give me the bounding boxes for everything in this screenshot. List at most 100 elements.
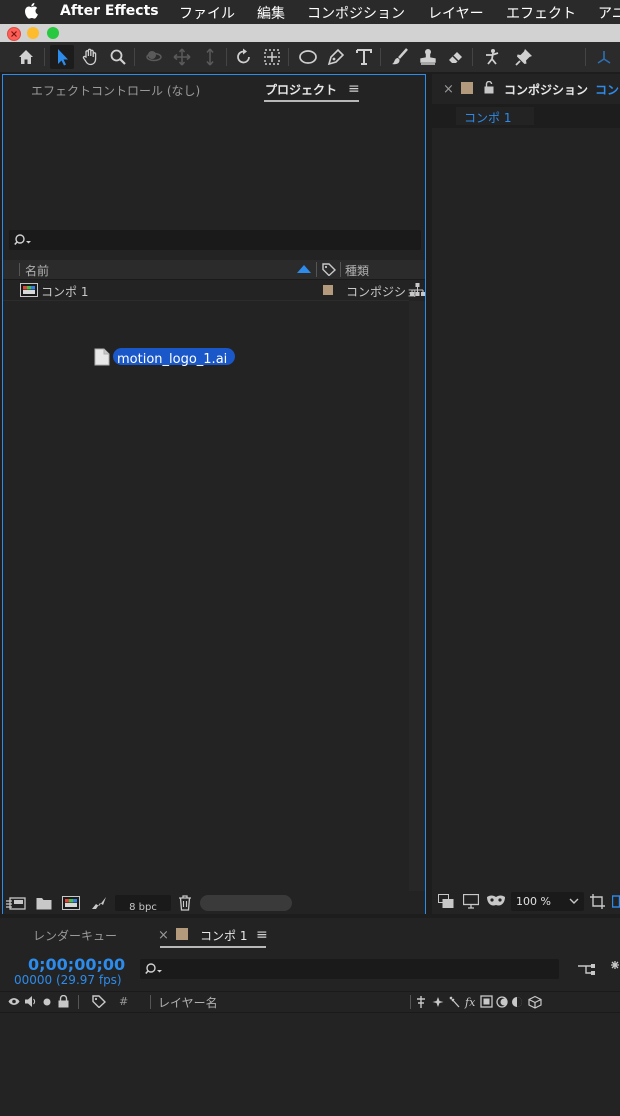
apple-icon[interactable] [24,2,38,23]
rotation-tool[interactable] [232,45,256,69]
eraser-icon [449,52,462,63]
orbit-camera-tool[interactable] [142,45,166,69]
trash-icon[interactable] [178,895,192,911]
anchor-point-icon [264,49,280,65]
mask-visibility-icon[interactable] [486,894,506,909]
column-header-name[interactable]: 名前 [25,262,49,279]
anchor-point-tool[interactable] [260,45,284,69]
zoom-dropdown[interactable]: 100 % [511,892,584,911]
tab-effect-controls[interactable]: エフェクトコントロール (なし) [31,82,200,99]
minimize-window-button[interactable] [27,27,39,39]
horizontal-scrollbar[interactable] [200,895,292,911]
close-timeline-icon[interactable]: × [158,928,169,943]
pin-tool[interactable] [512,45,536,69]
item-name: コンポ 1 [41,285,89,299]
clone-stamp-tool[interactable] [416,45,440,69]
bit-depth-button[interactable]: 8 bpc [115,895,171,913]
panel-menu-icon[interactable]: ≡ [348,81,360,97]
transparency-grid-icon[interactable] [612,894,620,909]
new-folder-icon[interactable] [36,896,52,910]
timeline-search-box[interactable] [140,959,559,979]
comp-sub-tab-label: コンポ 1 [464,111,512,125]
interpret-footage-icon[interactable] [6,897,26,910]
tab-timeline-comp[interactable]: コンポ 1 [200,927,247,944]
menu-file[interactable]: ファイル [179,3,235,23]
column-header-layer-name[interactable]: レイヤー名 [158,994,218,1011]
render-queue-icon[interactable] [91,896,107,910]
comp-viewer-toolbar: 100 % [432,890,620,914]
pan-camera-tool[interactable] [170,45,194,69]
menu-edit[interactable]: 編集 [257,3,285,23]
tab-render-queue[interactable]: レンダーキュー [33,927,117,944]
timeline-menu-icon[interactable]: ≡ [256,927,268,943]
tab-project[interactable]: プロジェクト [265,81,337,98]
region-of-interest-icon[interactable] [590,894,606,909]
column-divider [410,995,411,1009]
type-tool[interactable] [352,45,376,69]
always-preview-icon[interactable] [438,894,454,909]
project-column-header: 名前 種類 [3,260,425,280]
composition-flowchart-icon[interactable] [578,962,596,976]
active-tab-underline [264,100,359,102]
orbit-camera-icon [146,51,162,62]
audio-speaker-icon[interactable] [25,996,37,1007]
eraser-tool[interactable] [444,45,468,69]
draft-3d-icon[interactable] [610,960,620,974]
pen-icon [327,48,345,66]
composition-icon [20,283,38,297]
menu-layer[interactable]: レイヤー [428,3,484,23]
ellipse-tool[interactable] [296,45,320,69]
lock-icon[interactable] [58,995,69,1008]
label-color-swatch[interactable] [323,285,333,295]
active-tab-underline [160,946,266,948]
rotate-icon [237,48,250,64]
solo-icon[interactable] [43,998,51,1006]
axis-mode-tool[interactable] [592,45,616,69]
menu-animation[interactable]: アニ [598,3,620,23]
menu-effect[interactable]: エフェクト [506,3,576,23]
selection-tool[interactable] [50,45,74,69]
pen-tool[interactable] [324,45,348,69]
project-item-row[interactable]: コンポ 1 コンポジショ [3,280,418,301]
label-tag-icon[interactable] [322,263,336,276]
column-divider [19,263,20,276]
timeline-search-input[interactable] [168,961,557,979]
new-composition-icon[interactable] [62,896,80,910]
eye-icon[interactable] [8,997,20,1006]
home-button[interactable] [14,45,38,69]
menu-bar: After Effects ファイル 編集 コンポジション レイヤー エフェクト… [0,0,620,24]
tab-composition[interactable]: コンポジション [504,81,588,98]
monitor-icon[interactable] [463,894,479,909]
column-divider [150,995,151,1009]
project-search-input[interactable] [37,232,419,250]
brush-tool[interactable] [388,45,412,69]
composition-viewer[interactable] [432,130,620,886]
zoom-window-button[interactable] [47,27,59,39]
close-window-button[interactable] [7,27,21,41]
column-header-type[interactable]: 種類 [345,262,369,279]
dolly-camera-tool[interactable] [198,45,222,69]
unlocked-lock-icon[interactable] [484,81,494,94]
close-comp-panel-icon[interactable]: × [443,82,454,97]
layer-switches-icons[interactable]: fx [417,995,547,1009]
arrow-pointer-icon [58,49,68,66]
project-search-box[interactable] [9,230,421,250]
comp-sub-tab[interactable]: コンポ 1 [456,107,534,125]
project-panel: エフェクトコントロール (なし) プロジェクト ≡ 名前 種類 コンポ 1 コン… [2,74,426,914]
stamp-icon [420,49,436,65]
dragging-file-label[interactable]: motion_logo_1.ai [113,348,236,367]
puppet-tool[interactable] [480,45,504,69]
axis-icon [597,51,611,64]
flowchart-icon[interactable] [410,283,425,296]
label-tag-icon[interactable] [92,995,106,1008]
current-timecode[interactable]: 0;00;00;00 [28,955,125,974]
project-scrollbar[interactable] [409,301,425,891]
layer-list-area[interactable] [0,1013,620,1116]
tab-composition-name[interactable]: コン [595,81,619,98]
menu-composition[interactable]: コンポジション [307,3,405,23]
sort-ascending-icon[interactable] [297,265,311,273]
hand-tool[interactable] [78,45,102,69]
tools-toolbar [0,42,620,72]
zoom-tool[interactable] [106,45,130,69]
app-menu[interactable]: After Effects [60,3,159,19]
